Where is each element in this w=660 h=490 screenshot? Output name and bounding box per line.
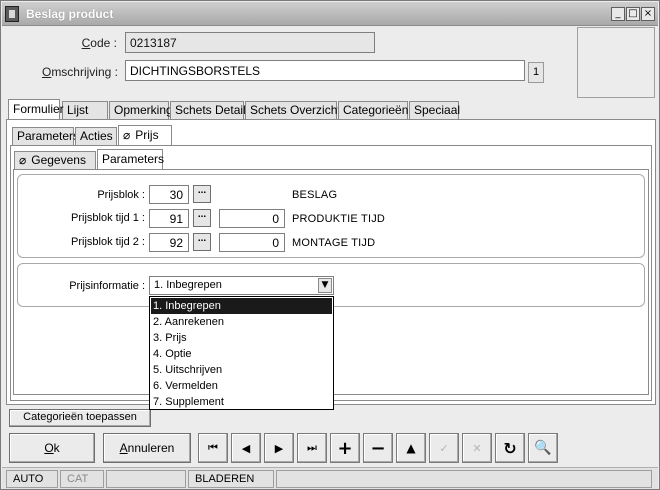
product-picture: [577, 27, 655, 98]
prijsblok-tijd1-browse-button[interactable]: ...: [193, 209, 211, 227]
confirm-icon: ✓: [429, 433, 459, 463]
tab-opmerking[interactable]: Opmerking: [109, 101, 173, 119]
main-tabs: Formulier Lijst Opmerking Schets Detail …: [8, 99, 658, 121]
prijsblok-tijd1-label: Prijsblok tijd 1 :: [71, 212, 145, 224]
status-empty: [106, 470, 186, 488]
status-message: [276, 470, 652, 488]
previous-record-icon[interactable]: ◀: [231, 433, 261, 463]
chevron-down-icon[interactable]: ▼: [318, 278, 332, 293]
prijs-tabs: ⌀ Gegevens Parameters: [14, 149, 214, 171]
ok-button[interactable]: Ok: [9, 433, 95, 463]
produktie-tijd-caption: PRODUKTIE TIJD: [292, 213, 386, 225]
code-label: Code :: [81, 36, 117, 50]
tab-schets-overzicht[interactable]: Schets Overzicht: [245, 101, 341, 119]
add-record-icon[interactable]: +: [330, 433, 360, 463]
omschrijving-field[interactable]: DICHTINGSBORSTELS: [125, 60, 525, 81]
annuleren-button[interactable]: Annuleren: [103, 433, 191, 463]
produktie-tijd-field[interactable]: 0: [219, 209, 285, 228]
dropdown-option[interactable]: 5. Uitschrijven: [151, 362, 332, 378]
binoculars-icon[interactable]: 🔍: [528, 433, 558, 463]
beslag-product-window: Beslag product _ □ × Code : 0213187 Omsc…: [0, 0, 660, 490]
app-icon: [5, 6, 19, 22]
paperclip-icon: ⌀: [123, 128, 131, 142]
status-mode: AUTO: [6, 470, 58, 488]
counter-badge: 1: [528, 62, 544, 83]
minimize-button[interactable]: _: [611, 7, 625, 21]
dropdown-option[interactable]: 2. Aanrekenen: [151, 314, 332, 330]
prijsblok-tijd2-label: Prijsblok tijd 2 :: [71, 236, 145, 248]
prijsblok-tijd2-browse-button[interactable]: ...: [193, 233, 211, 251]
dropdown-option[interactable]: 4. Optie: [151, 346, 332, 362]
prijsinformatie-label: Prijsinformatie :: [69, 280, 145, 292]
title-bar: Beslag product _ □ ×: [2, 2, 658, 26]
next-record-icon[interactable]: ▶: [264, 433, 294, 463]
move-up-icon[interactable]: ▲: [396, 433, 426, 463]
prijsblok-tijd1-field[interactable]: 91: [149, 209, 189, 228]
code-field[interactable]: 0213187: [125, 32, 375, 53]
prijsinformatie-selected: 1. Inbegrepen: [154, 279, 222, 291]
tab-schets-detail[interactable]: Schets Detail: [170, 101, 246, 119]
dropdown-option[interactable]: 1. Inbegrepen: [151, 298, 332, 314]
omschrijving-label: Omschrijving :: [41, 65, 118, 79]
close-button[interactable]: ×: [641, 7, 655, 21]
montage-tijd-field[interactable]: 0: [219, 233, 285, 252]
tab-parameters[interactable]: Parameters: [12, 127, 79, 145]
prijsblok-field[interactable]: 30: [149, 185, 189, 204]
dropdown-option[interactable]: 6. Vermelden: [151, 378, 332, 394]
tab-formulier[interactable]: Formulier: [8, 99, 64, 119]
refresh-icon[interactable]: ↻: [495, 433, 525, 463]
cancel-edit-icon: ✕: [462, 433, 492, 463]
dropdown-option[interactable]: 7. Supplement: [151, 394, 332, 410]
prijsinformatie-dropdown: 1. Inbegrepen 2. Aanrekenen 3. Prijs 4. …: [149, 296, 334, 410]
tab-speciaal[interactable]: Speciaal: [409, 101, 460, 119]
prijsblok-label: Prijsblok :: [97, 189, 145, 201]
dropdown-option[interactable]: 3. Prijs: [151, 330, 332, 346]
paperclip-icon: ⌀: [19, 153, 27, 167]
prijsblok-browse-button[interactable]: ...: [193, 185, 211, 203]
status-bar: AUTO CAT BLADEREN: [2, 467, 658, 489]
tab-prijs[interactable]: ⌀ Prijs: [118, 125, 172, 145]
maximize-button[interactable]: □: [626, 7, 640, 21]
window-title: Beslag product: [26, 7, 114, 21]
tab-gegevens[interactable]: ⌀ Gegevens: [14, 151, 96, 169]
prijsblok-caption: BESLAG: [292, 189, 338, 201]
prijsinformatie-select[interactable]: 1. Inbegrepen ▼: [149, 276, 334, 295]
tab-parameters-prijs[interactable]: Parameters: [97, 149, 164, 169]
tab-lijst[interactable]: Lijst: [62, 101, 108, 119]
status-state: BLADEREN: [188, 470, 274, 488]
tab-categorieen[interactable]: Categorieën: [338, 101, 408, 119]
sub-tabs: Parameters Acties ⌀ Prijs: [12, 125, 312, 147]
categorieen-toepassen-button[interactable]: Categorieën toepassen: [9, 409, 151, 427]
last-record-icon[interactable]: ⏭: [297, 433, 327, 463]
status-cat: CAT: [60, 470, 104, 488]
delete-record-icon[interactable]: −: [363, 433, 393, 463]
tab-acties[interactable]: Acties: [75, 127, 117, 145]
montage-tijd-caption: MONTAGE TIJD: [292, 237, 376, 249]
prijsblok-tijd2-field[interactable]: 92: [149, 233, 189, 252]
first-record-icon[interactable]: ⏮: [198, 433, 228, 463]
